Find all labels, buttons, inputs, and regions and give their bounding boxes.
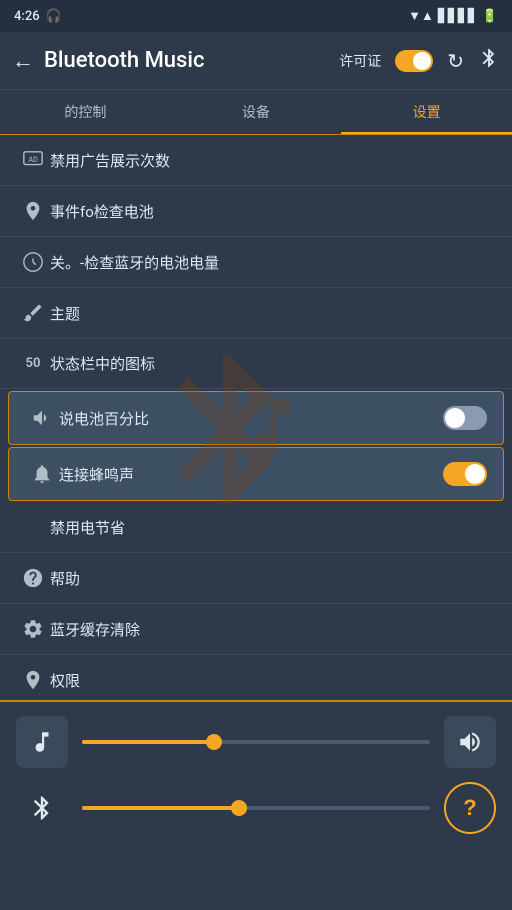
permit-toggle-knob <box>413 52 431 70</box>
battery-icon: 🔋 <box>482 9 498 24</box>
bluetooth-row: ? <box>16 782 496 834</box>
status-bar: 4:26 🎧 ▼▲ ▋▋▋▋ 🔋 <box>0 0 512 32</box>
signal-icon: ▋▋▋▋ <box>438 9 478 24</box>
settings-item-permissions[interactable]: 权限 <box>0 655 512 706</box>
settings-item-disable-save[interactable]: 禁用电节省 <box>0 503 512 553</box>
header: ← Bluetooth Music 许可证 ↻ <box>0 32 512 90</box>
help-player-button[interactable]: ? <box>444 782 496 834</box>
header-actions: 许可证 ↻ <box>339 47 500 75</box>
theme-icon <box>16 302 50 324</box>
settings-item-connect-beep[interactable]: 连接蜂鸣声 <box>8 447 504 501</box>
permissions-icon <box>16 669 50 691</box>
connect-beep-toggle-knob <box>465 464 485 484</box>
tabs: 的控制 设备 设置 <box>0 90 512 135</box>
tab-device[interactable]: 设备 <box>171 90 342 134</box>
status-right: ▼▲ ▋▋▋▋ 🔋 <box>408 8 498 24</box>
volume-row <box>16 716 496 768</box>
bluetooth-fill <box>82 806 239 810</box>
tab-control[interactable]: 的控制 <box>0 90 171 134</box>
battery-percent-icon <box>25 407 59 429</box>
settings-list: AD 禁用广告展示次数 事件fo检查电池 关。-检查蓝牙的电池电量 <box>0 135 512 706</box>
bluetooth-slider[interactable] <box>82 806 430 810</box>
wifi-icon: ▼▲ <box>408 8 434 24</box>
permissions-text: 权限 <box>50 670 496 691</box>
music-note-button[interactable] <box>16 716 68 768</box>
volume-track <box>82 740 430 744</box>
bluetooth-thumb[interactable] <box>231 800 247 816</box>
page-title: Bluetooth Music <box>44 48 339 73</box>
volume-button[interactable] <box>444 716 496 768</box>
settings-item-status-icon[interactable]: 50 状态栏中的图标 <box>0 339 512 389</box>
volume-slider[interactable] <box>82 740 430 744</box>
volume-fill <box>82 740 214 744</box>
ads-icon: AD <box>16 149 50 171</box>
permit-toggle[interactable] <box>395 50 433 72</box>
refresh-icon[interactable]: ↻ <box>447 49 464 73</box>
help-icon <box>16 567 50 589</box>
settings-item-event[interactable]: 事件fo检查电池 <box>0 186 512 237</box>
connect-beep-icon <box>25 463 59 485</box>
permit-label: 许可证 <box>339 51 381 71</box>
theme-text: 主题 <box>50 303 496 324</box>
status-time: 4:26 <box>14 9 40 24</box>
bottom-player: ? <box>0 700 512 910</box>
ads-text: 禁用广告展示次数 <box>50 150 496 171</box>
settings-item-bt-cache[interactable]: 蓝牙缓存清除 <box>0 604 512 655</box>
event-text: 事件fo检查电池 <box>50 201 496 222</box>
settings-item-help[interactable]: 帮助 <box>0 553 512 604</box>
event-icon <box>16 200 50 222</box>
status-bar-icon: 50 <box>16 356 50 371</box>
bluetooth-header-icon[interactable] <box>478 47 500 75</box>
help-text: 帮助 <box>50 568 496 589</box>
battery-percent-text: 说电池百分比 <box>59 408 443 429</box>
bt-cache-icon <box>16 618 50 640</box>
status-left: 4:26 🎧 <box>14 9 62 24</box>
settings-item-battery-check[interactable]: 关。-检查蓝牙的电池电量 <box>0 237 512 288</box>
headphone-icon: 🎧 <box>46 9 62 24</box>
battery-percent-toggle[interactable] <box>443 406 487 430</box>
back-button[interactable]: ← <box>12 48 34 74</box>
connect-beep-text: 连接蜂鸣声 <box>59 464 443 485</box>
battery-percent-toggle-knob <box>445 408 465 428</box>
status-icon-text: 状态栏中的图标 <box>50 353 496 374</box>
tab-settings[interactable]: 设置 <box>341 90 512 134</box>
settings-item-ads[interactable]: AD 禁用广告展示次数 <box>0 135 512 186</box>
bluetooth-track <box>82 806 430 810</box>
battery-check-text: 关。-检查蓝牙的电池电量 <box>50 252 496 273</box>
bluetooth-player-icon <box>16 794 68 822</box>
connect-beep-toggle[interactable] <box>443 462 487 486</box>
svg-text:AD: AD <box>28 155 38 164</box>
battery-check-icon <box>16 251 50 273</box>
bt-cache-text: 蓝牙缓存清除 <box>50 619 496 640</box>
settings-item-theme[interactable]: 主题 <box>0 288 512 339</box>
disable-save-text: 禁用电节省 <box>50 517 496 538</box>
volume-thumb[interactable] <box>206 734 222 750</box>
settings-item-battery-percent[interactable]: 说电池百分比 <box>8 391 504 445</box>
